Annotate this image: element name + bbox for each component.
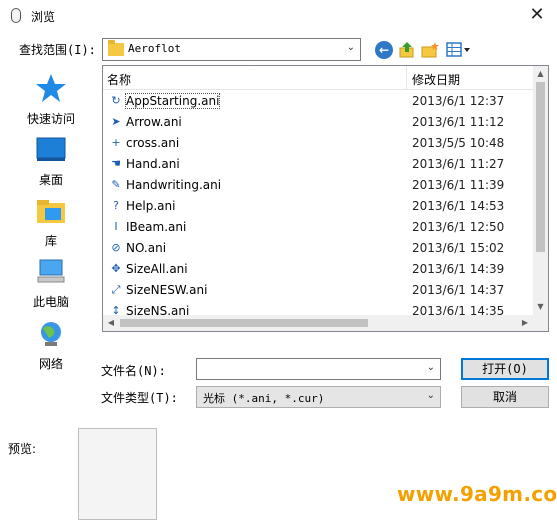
file-date: 2013/6/1 14:39 <box>412 262 505 276</box>
place-label: 此电脑 <box>32 295 69 309</box>
file-date: 2013/6/1 15:02 <box>412 241 505 255</box>
scroll-thumb[interactable] <box>536 82 545 252</box>
library-icon <box>8 197 94 228</box>
file-row[interactable]: ⊘ NO.ani 2013/6/1 15:02 <box>103 238 533 259</box>
file-date: 2013/6/1 11:12 <box>412 115 505 129</box>
file-name: SizeAll.ani <box>126 262 188 276</box>
place-label: 网络 <box>38 357 63 371</box>
lookin-value: Aeroflot <box>128 42 181 55</box>
filetype-value: 光标 (*.ani, *.cur) <box>203 392 325 405</box>
column-header-name[interactable]: 名称 <box>107 71 131 88</box>
scroll-thumb[interactable] <box>120 319 368 327</box>
up-folder-icon[interactable] <box>398 41 416 59</box>
chevron-down-icon: ⌄ <box>426 390 435 401</box>
close-button[interactable]: ✕ <box>517 0 557 30</box>
file-row[interactable]: ☚ Hand.ani 2013/6/1 11:27 <box>103 154 533 175</box>
place-this-pc[interactable]: 此电脑 <box>8 258 94 310</box>
cursor-file-icon: I <box>114 220 118 233</box>
folder-icon <box>108 40 124 56</box>
file-date: 2013/6/1 12:50 <box>412 220 505 234</box>
file-row[interactable]: ? Help.ani 2013/6/1 14:53 <box>103 196 533 217</box>
cursor-file-icon: ↻ <box>111 94 121 107</box>
file-row[interactable]: ⤢ SizeNESW.ani 2013/6/1 14:37 <box>103 280 533 301</box>
file-name: NO.ani <box>126 241 167 255</box>
back-arrow-icon[interactable]: ← <box>375 41 393 59</box>
scroll-right-icon[interactable]: ▶ <box>517 315 533 331</box>
file-row[interactable]: ➤ Arrow.ani 2013/6/1 11:12 <box>103 112 533 133</box>
cursor-file-icon: ✎ <box>111 178 121 191</box>
title-bar: 浏览 ✕ <box>0 0 557 32</box>
chevron-down-icon[interactable]: ⌄ <box>427 362 435 373</box>
file-list[interactable]: ⌃ 名称 修改日期 ↻ AppStarting.ani 2013/6/1 12:37… <box>102 65 549 332</box>
file-name: AppStarting.ani <box>124 93 221 109</box>
list-header: ⌃ 名称 修改日期 <box>103 66 533 90</box>
file-name: SizeNESW.ani <box>126 283 208 297</box>
place-quick-access[interactable]: 快速访问 <box>8 73 94 127</box>
file-row[interactable]: ↻ AppStarting.ani 2013/6/1 12:37 <box>103 91 533 112</box>
scroll-down-icon[interactable]: ▼ <box>533 299 548 315</box>
scroll-corner <box>533 315 548 331</box>
cursor-file-icon: ? <box>113 199 119 212</box>
file-name: cross.ani <box>126 136 180 150</box>
cursor-file-icon: ⊘ <box>111 241 121 254</box>
file-name: Hand.ani <box>126 157 180 171</box>
file-row[interactable]: + cross.ani 2013/5/5 10:48 <box>103 133 533 154</box>
sort-asc-icon: ⌃ <box>248 65 257 74</box>
place-desktop[interactable]: 桌面 <box>8 136 94 188</box>
view-menu-icon[interactable] <box>446 41 472 59</box>
network-icon <box>8 320 94 351</box>
file-row[interactable]: ✎ Handwriting.ani 2013/6/1 11:39 <box>103 175 533 196</box>
file-name: IBeam.ani <box>126 220 187 234</box>
lookin-label: 查找范围(I): <box>19 43 96 57</box>
file-name: Help.ani <box>126 199 176 213</box>
file-date: 2013/6/1 14:37 <box>412 283 505 297</box>
watermark: www.9a9m.com <box>397 465 557 524</box>
filetype-dropdown[interactable]: 光标 (*.ani, *.cur) ⌄ <box>196 386 441 408</box>
column-header-date[interactable]: 修改日期 <box>412 71 460 88</box>
file-name: Handwriting.ani <box>126 178 222 192</box>
vertical-scrollbar[interactable]: ▲ ▼ <box>533 66 548 315</box>
horizontal-scrollbar[interactable]: ◀ ▶ <box>103 315 533 331</box>
watermark-text: www.9a9m.com <box>397 482 557 506</box>
computer-icon <box>8 258 94 289</box>
desktop-icon <box>8 136 94 167</box>
file-row[interactable]: ✥ SizeAll.ani 2013/6/1 14:39 <box>103 259 533 280</box>
cursor-file-icon: ☚ <box>111 157 121 170</box>
app-icon <box>11 8 21 23</box>
chevron-down-icon: ⌄ <box>346 42 355 53</box>
scroll-up-icon[interactable]: ▲ <box>533 66 548 82</box>
file-rows: ↻ AppStarting.ani 2013/6/1 12:37 ➤ Arrow.ani… <box>103 91 533 331</box>
cursor-file-icon: ✥ <box>111 262 121 275</box>
filename-label: 文件名(N): <box>101 364 166 378</box>
file-date: 2013/6/1 12:37 <box>412 94 505 108</box>
cursor-file-icon: + <box>111 136 121 149</box>
cursor-file-icon: ⤢ <box>111 283 121 296</box>
place-label: 桌面 <box>38 173 63 187</box>
place-label: 库 <box>44 234 57 248</box>
open-button[interactable]: 打开(O) <box>461 358 549 380</box>
scroll-left-icon[interactable]: ◀ <box>103 315 119 331</box>
column-divider[interactable] <box>406 66 407 90</box>
file-name: Arrow.ani <box>126 115 182 129</box>
cancel-button[interactable]: 取消 <box>461 386 549 408</box>
lookin-dropdown[interactable]: Aeroflot ⌄ <box>102 38 361 61</box>
preview-label: 预览: <box>8 442 37 456</box>
cursor-file-icon: ➤ <box>111 115 121 128</box>
file-date: 2013/5/5 10:48 <box>412 136 505 150</box>
file-date: 2013/6/1 11:27 <box>412 157 505 171</box>
file-row[interactable]: I IBeam.ani 2013/6/1 12:50 <box>103 217 533 238</box>
window-title: 浏览 <box>31 10 56 24</box>
filename-input[interactable]: ⌄ <box>196 358 441 380</box>
file-date: 2013/6/1 11:39 <box>412 178 505 192</box>
place-label: 快速访问 <box>26 112 75 126</box>
new-folder-icon[interactable] <box>421 41 439 59</box>
star-icon <box>8 73 94 106</box>
place-library[interactable]: 库 <box>8 197 94 249</box>
place-network[interactable]: 网络 <box>8 320 94 372</box>
preview-pane <box>78 428 157 520</box>
filetype-label: 文件类型(T): <box>101 391 178 405</box>
file-date: 2013/6/1 14:53 <box>412 199 505 213</box>
